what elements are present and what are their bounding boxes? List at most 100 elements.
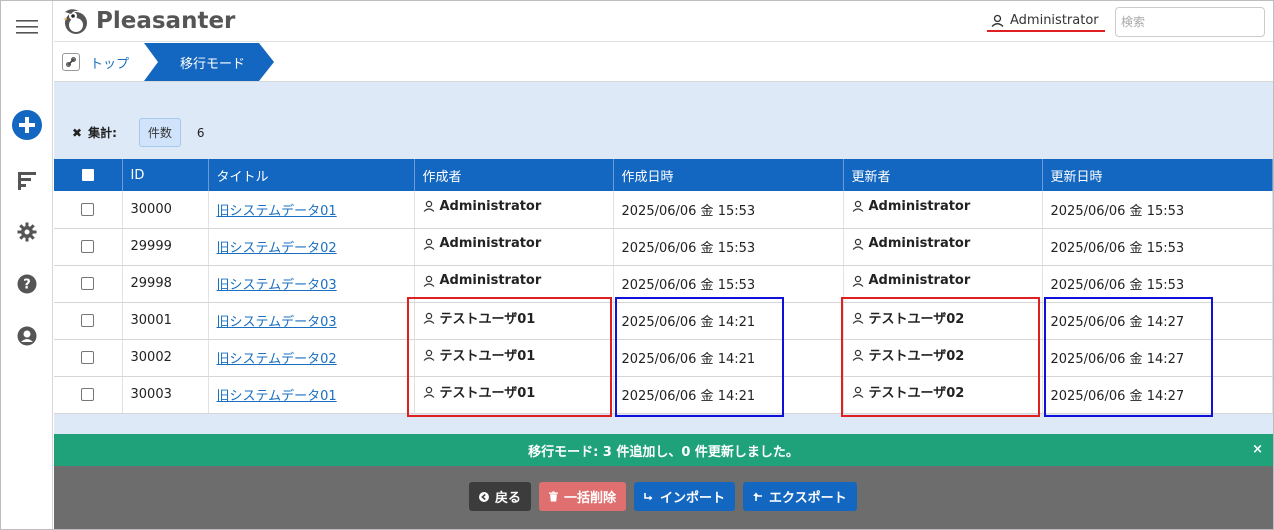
record-title-link[interactable]: 旧システムデータ03 <box>217 278 337 293</box>
person-icon <box>423 238 434 250</box>
row-select-cell[interactable] <box>54 228 123 266</box>
app-logo[interactable]: Pleasanter <box>62 6 235 36</box>
cell-creator: Administrator <box>414 228 614 266</box>
cell-title: 旧システムデータ03 <box>208 265 415 303</box>
person-icon <box>991 14 1004 27</box>
column-header-creator[interactable]: 作成者 <box>414 159 614 191</box>
row-select-cell[interactable] <box>54 376 123 414</box>
select-all-header[interactable] <box>54 159 123 191</box>
cell-id: 30000 <box>122 191 209 229</box>
creator-name: Administrator <box>439 198 542 214</box>
cell-title: 旧システムデータ01 <box>208 191 415 229</box>
export-button-label: エクスポート <box>769 491 847 506</box>
table-row[interactable]: 29999 旧システムデータ02 Administrator 2025/06/06 金… <box>54 228 1273 266</box>
column-header-id[interactable]: ID <box>122 159 209 191</box>
updater-name: Administrator <box>868 273 971 288</box>
link-icon[interactable] <box>62 53 80 71</box>
bulk-delete-button[interactable]: 一括削除 <box>539 482 626 511</box>
export-button[interactable]: エクスポート <box>743 482 857 511</box>
breadcrumb-current[interactable]: 移行モード <box>144 43 274 81</box>
creator-highlight-box <box>407 297 612 417</box>
cell-id: 29998 <box>122 265 209 303</box>
user-highlight-underline <box>987 30 1105 32</box>
cell-updater: Administrator <box>843 228 1043 266</box>
row-checkbox[interactable] <box>81 240 95 253</box>
import-button[interactable]: インポート <box>634 482 735 511</box>
pleasanter-bird-icon <box>63 9 87 34</box>
back-button[interactable]: 戻る <box>469 482 531 511</box>
record-title-link[interactable]: 旧システムデータ01 <box>217 204 337 219</box>
breadcrumb-top-link[interactable]: トップ <box>90 53 129 72</box>
aggregate-bar: ✖ 集計: 件数 6 <box>72 118 205 147</box>
row-checkbox[interactable] <box>81 277 95 290</box>
top-header: Pleasanter Administrator <box>54 1 1273 42</box>
breadcrumb: トップ 移行モード <box>54 42 1273 82</box>
table-row[interactable]: 30000 旧システムデータ01 Administrator 2025/06/06 金… <box>54 191 1273 229</box>
command-footer: 戻る 一括削除 インポート エクスポート <box>54 466 1273 529</box>
row-select-cell[interactable] <box>54 265 123 303</box>
app-name: Pleasanter <box>96 8 236 34</box>
aggregate-count: 6 <box>196 125 205 140</box>
record-title-link[interactable]: 旧システムデータ03 <box>217 315 337 330</box>
cell-created: 2025/06/06 金 15:53 <box>613 228 844 266</box>
created-date-highlight-box <box>615 297 784 417</box>
column-header-title[interactable]: タイトル <box>208 159 415 191</box>
person-icon <box>423 275 434 287</box>
add-record-icon[interactable] <box>1 109 53 141</box>
column-header-updater[interactable]: 更新者 <box>843 159 1043 191</box>
message-text: 移行モード: 3 件追加し、0 件更新しました。 <box>528 444 799 460</box>
back-arrow-icon <box>479 491 489 502</box>
side-rail: ? <box>1 1 53 529</box>
cell-id: 29999 <box>122 228 209 266</box>
record-title-link[interactable]: 旧システムデータ01 <box>217 389 337 404</box>
cell-updater: Administrator <box>843 191 1043 229</box>
message-close-icon[interactable]: × <box>1252 442 1263 457</box>
export-arrow-icon <box>753 492 762 501</box>
import-button-label: インポート <box>659 491 725 506</box>
search-input[interactable] <box>1115 7 1265 37</box>
cell-title: 旧システムデータ02 <box>208 339 415 377</box>
header-user-menu[interactable]: Administrator <box>991 13 1099 28</box>
cell-id: 30001 <box>122 302 209 340</box>
updater-name: Administrator <box>868 236 971 251</box>
bulk-delete-label: 一括削除 <box>563 491 616 506</box>
help-icon[interactable]: ? <box>1 274 53 294</box>
creator-name: Administrator <box>439 273 542 288</box>
cell-title: 旧システムデータ03 <box>208 302 415 340</box>
record-title-link[interactable]: 旧システムデータ02 <box>217 352 337 367</box>
record-title-link[interactable]: 旧システムデータ02 <box>217 241 337 256</box>
row-checkbox[interactable] <box>81 202 95 216</box>
grid-header-row: ID タイトル 作成者 作成日時 更新者 更新日時 <box>54 159 1273 191</box>
updater-highlight-box <box>841 297 1040 417</box>
cell-title: 旧システムデータ01 <box>208 376 415 414</box>
updater-name: Administrator <box>868 198 971 214</box>
user-account-icon[interactable] <box>1 326 53 346</box>
row-checkbox[interactable] <box>81 388 95 401</box>
cell-id: 30002 <box>122 339 209 377</box>
column-header-created[interactable]: 作成日時 <box>613 159 844 191</box>
row-select-cell[interactable] <box>54 191 123 229</box>
column-header-updated[interactable]: 更新日時 <box>1042 159 1273 191</box>
aggregate-badge[interactable]: 件数 <box>138 118 181 147</box>
updated-date-highlight-box <box>1044 297 1213 417</box>
cell-title: 旧システムデータ02 <box>208 228 415 266</box>
person-icon <box>852 238 863 250</box>
person-icon <box>852 275 863 287</box>
back-button-label: 戻る <box>494 491 521 506</box>
close-icon[interactable]: ✖ <box>72 126 82 140</box>
row-select-cell[interactable] <box>54 339 123 377</box>
sort-icon[interactable] <box>1 171 53 191</box>
select-all-checkbox[interactable] <box>81 169 94 181</box>
breadcrumb-current-label: 移行モード <box>180 57 246 72</box>
row-checkbox[interactable] <box>81 314 95 327</box>
row-checkbox[interactable] <box>81 351 95 364</box>
header-user-name: Administrator <box>1010 13 1099 28</box>
main-content: ✖ 集計: 件数 6 ID タイトル 作成者 作成日時 更新者 更新日時 300… <box>54 82 1273 434</box>
cell-updated: 2025/06/06 金 15:53 <box>1042 228 1273 266</box>
hamburger-menu-icon[interactable] <box>1 19 53 35</box>
cell-creator: Administrator <box>414 191 614 229</box>
gear-icon[interactable] <box>1 222 53 242</box>
row-select-cell[interactable] <box>54 302 123 340</box>
creator-name: Administrator <box>439 236 542 251</box>
cell-updated: 2025/06/06 金 15:53 <box>1042 191 1273 229</box>
